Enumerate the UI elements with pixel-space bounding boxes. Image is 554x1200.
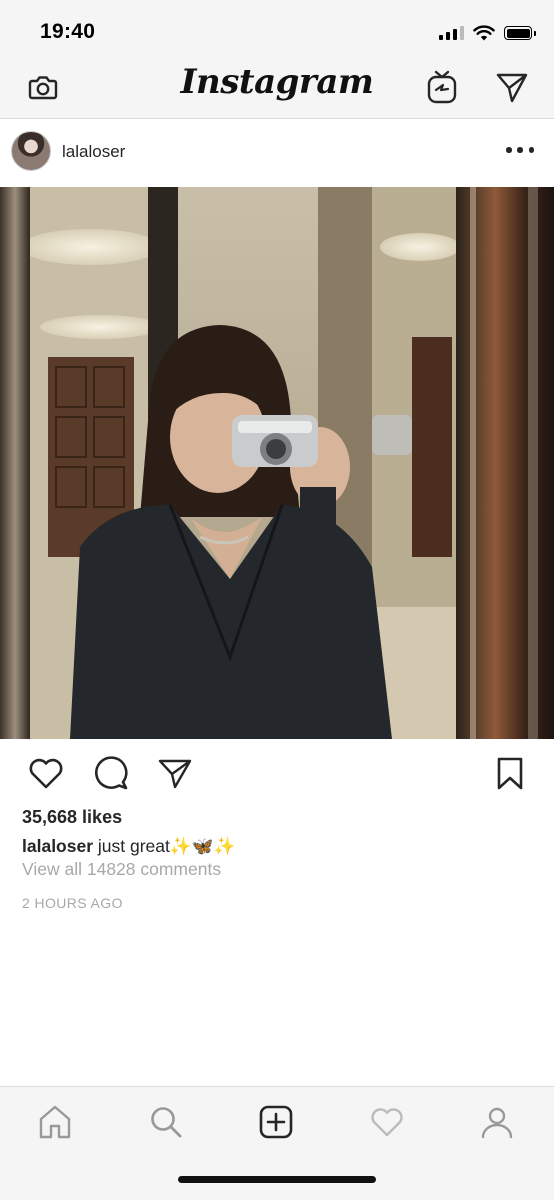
wifi-icon [473, 25, 495, 41]
post-username[interactable]: lalaloser [62, 142, 125, 162]
comment-icon[interactable] [93, 754, 131, 792]
status-bar: 19:40 [0, 0, 554, 56]
search-icon[interactable] [147, 1103, 185, 1141]
profile-icon[interactable] [478, 1103, 516, 1141]
direct-message-icon[interactable] [494, 69, 530, 105]
caption-text: just great [93, 836, 170, 856]
top-navigation-bar: Instagram [0, 56, 554, 119]
post-timestamp: 2 HOURS AGO [22, 895, 123, 911]
cellular-signal-icon [439, 26, 464, 40]
post-photo-illustration [0, 187, 554, 739]
status-time: 19:40 [40, 20, 96, 43]
heart-icon[interactable] [27, 754, 65, 792]
home-indicator[interactable] [178, 1176, 376, 1183]
battery-icon [504, 26, 536, 40]
caption-emoji: ✨🦋✨ [169, 836, 236, 856]
bookmark-icon[interactable] [491, 754, 529, 792]
likes-count[interactable]: 35,668 likes [22, 807, 122, 828]
activity-heart-icon[interactable] [368, 1103, 406, 1141]
caption: lalaloser just great✨🦋✨ [22, 836, 235, 857]
new-post-icon[interactable] [257, 1103, 295, 1141]
home-icon[interactable] [36, 1103, 74, 1141]
instagram-logo: Instagram [180, 62, 374, 102]
post-header: lalaloser [0, 120, 554, 186]
view-comments-link[interactable]: View all 14828 comments [22, 859, 221, 880]
share-icon[interactable] [156, 754, 194, 792]
igtv-icon[interactable] [424, 68, 460, 106]
post-actions [0, 740, 554, 806]
post-photo[interactable] [0, 187, 554, 739]
status-icons [439, 22, 536, 44]
avatar[interactable] [11, 131, 51, 171]
caption-username[interactable]: lalaloser [22, 836, 93, 856]
more-options-icon[interactable] [506, 140, 534, 160]
